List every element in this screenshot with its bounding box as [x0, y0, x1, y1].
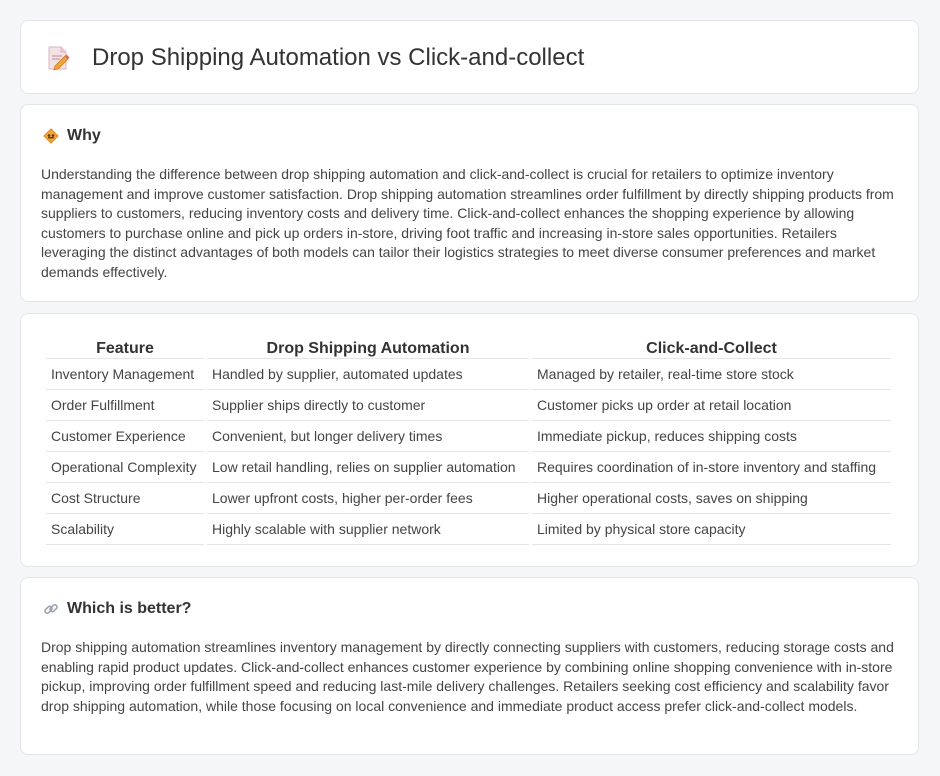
drop-shipping-cell: Handled by supplier, automated updates — [207, 359, 529, 390]
click-and-collect-cell: Immediate pickup, reduces shipping costs — [532, 421, 891, 452]
why-text: Understanding the difference between dro… — [41, 166, 894, 280]
click-and-collect-cell: Requires coordination of in-store invent… — [532, 452, 891, 483]
feature-cell: Order Fulfillment — [46, 390, 204, 421]
table-row: Cost Structure Lower upfront costs, high… — [46, 483, 891, 514]
drop-shipping-cell: Supplier ships directly to customer — [207, 390, 529, 421]
click-and-collect-cell: Higher operational costs, saves on shipp… — [532, 483, 891, 514]
column-header-drop-shipping: Drop Shipping Automation — [207, 336, 529, 359]
comparison-table: Feature Drop Shipping Automation Click-a… — [43, 336, 894, 545]
link-icon — [44, 603, 58, 615]
drop-shipping-cell: Highly scalable with supplier network — [207, 514, 529, 545]
click-and-collect-cell: Limited by physical store capacity — [532, 514, 891, 545]
diamond-sign-icon — [43, 128, 59, 144]
why-heading: Why — [67, 127, 101, 144]
drop-shipping-cell: Lower upfront costs, higher per-order fe… — [207, 483, 529, 514]
feature-cell: Operational Complexity — [46, 452, 204, 483]
column-header-feature: Feature — [46, 336, 204, 359]
column-header-click-and-collect: Click-and-Collect — [532, 336, 891, 359]
drop-shipping-cell: Low retail handling, relies on supplier … — [207, 452, 529, 483]
table-row: Scalability Highly scalable with supplie… — [46, 514, 891, 545]
why-section: Why Understanding the difference between… — [20, 104, 919, 302]
table-row: Order Fulfillment Supplier ships directl… — [46, 390, 891, 421]
feature-cell: Customer Experience — [46, 421, 204, 452]
table-row: Inventory Management Handled by supplier… — [46, 359, 891, 390]
header-card: Drop Shipping Automation vs Click-and-co… — [20, 20, 919, 94]
feature-cell: Scalability — [46, 514, 204, 545]
better-heading: Which is better? — [67, 600, 192, 617]
table-row: Operational Complexity Low retail handli… — [46, 452, 891, 483]
drop-shipping-cell: Convenient, but longer delivery times — [207, 421, 529, 452]
comparison-section: Feature Drop Shipping Automation Click-a… — [20, 313, 919, 567]
table-header-row: Feature Drop Shipping Automation Click-a… — [46, 336, 891, 359]
document-pencil-icon — [48, 46, 70, 71]
page-title: Drop Shipping Automation vs Click-and-co… — [92, 44, 585, 71]
better-header: Which is better? — [43, 600, 191, 618]
feature-cell: Cost Structure — [46, 483, 204, 514]
feature-cell: Inventory Management — [46, 359, 204, 390]
which-is-better-section: Which is better? Drop shipping automatio… — [20, 577, 919, 755]
better-text: Drop shipping automation streamlines inv… — [41, 639, 894, 714]
click-and-collect-cell: Managed by retailer, real-time store sto… — [532, 359, 891, 390]
table-row: Customer Experience Convenient, but long… — [46, 421, 891, 452]
click-and-collect-cell: Customer picks up order at retail locati… — [532, 390, 891, 421]
why-header: Why — [43, 127, 101, 145]
